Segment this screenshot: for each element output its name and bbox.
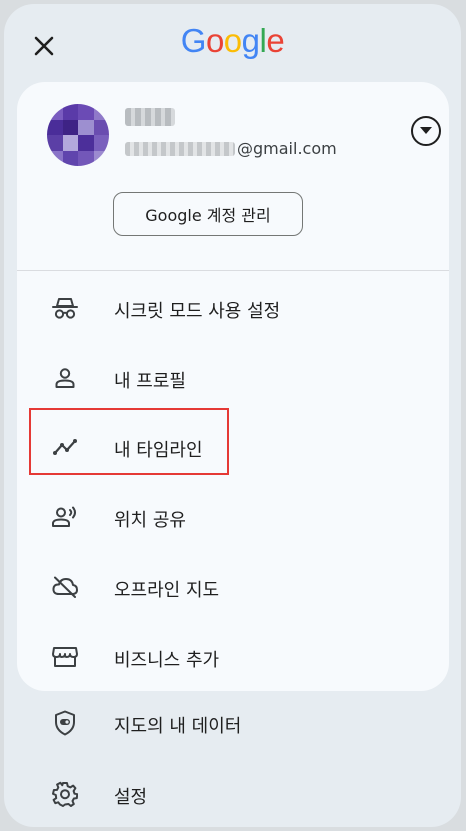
shield-data-icon: [51, 709, 79, 737]
menu-item-offline-maps[interactable]: 오프라인 지도: [17, 557, 449, 617]
account-menu-sheet: Google @gmail.com Google 계정 관리 시크릿 모드 사용…: [4, 4, 461, 827]
location-sharing-icon: [51, 503, 79, 531]
gear-icon: [51, 780, 79, 808]
menu-item-label: 비즈니스 추가: [114, 650, 220, 671]
menu-item-settings[interactable]: 설정: [4, 764, 461, 824]
logo-letter: o: [223, 22, 242, 59]
offline-maps-icon: [51, 573, 79, 601]
account-name-redacted: [125, 108, 175, 126]
storefront-icon: [51, 643, 79, 671]
person-icon: [51, 364, 79, 392]
google-logo: Google: [4, 22, 461, 60]
logo-letter: e: [266, 22, 285, 59]
menu-item-incognito[interactable]: 시크릿 모드 사용 설정: [17, 278, 449, 338]
account-email-domain: @gmail.com: [237, 139, 337, 158]
menu-item-location-sharing[interactable]: 위치 공유: [17, 487, 449, 547]
menu-item-add-business[interactable]: 비즈니스 추가: [17, 627, 449, 687]
menu-item-label: 시크릿 모드 사용 설정: [114, 301, 281, 322]
account-email-redacted: [125, 142, 235, 156]
menu-item-label: 오프라인 지도: [114, 580, 220, 601]
menu-item-your-data[interactable]: 지도의 내 데이터: [4, 693, 461, 753]
divider: [17, 270, 449, 271]
logo-letter: G: [180, 22, 207, 59]
dropdown-arrow-icon: [420, 127, 432, 134]
menu-item-profile[interactable]: 내 프로필: [17, 348, 449, 408]
logo-letter: o: [205, 22, 224, 59]
account-card: @gmail.com Google 계정 관리 시크릿 모드 사용 설정 내 프…: [17, 82, 449, 691]
avatar[interactable]: [47, 104, 109, 166]
account-switcher-toggle[interactable]: [411, 116, 441, 146]
manage-account-button[interactable]: Google 계정 관리: [113, 192, 303, 236]
menu-item-label: 내 타임라인: [114, 440, 203, 461]
menu-item-label: 위치 공유: [114, 510, 186, 531]
timeline-icon: [51, 433, 79, 461]
menu-item-label: 내 프로필: [114, 371, 186, 392]
menu-item-timeline[interactable]: 내 타임라인: [17, 417, 449, 477]
menu-item-label: 지도의 내 데이터: [114, 716, 242, 737]
incognito-icon: [51, 294, 79, 322]
menu-item-label: 설정: [114, 787, 148, 808]
logo-letter: g: [241, 22, 260, 59]
